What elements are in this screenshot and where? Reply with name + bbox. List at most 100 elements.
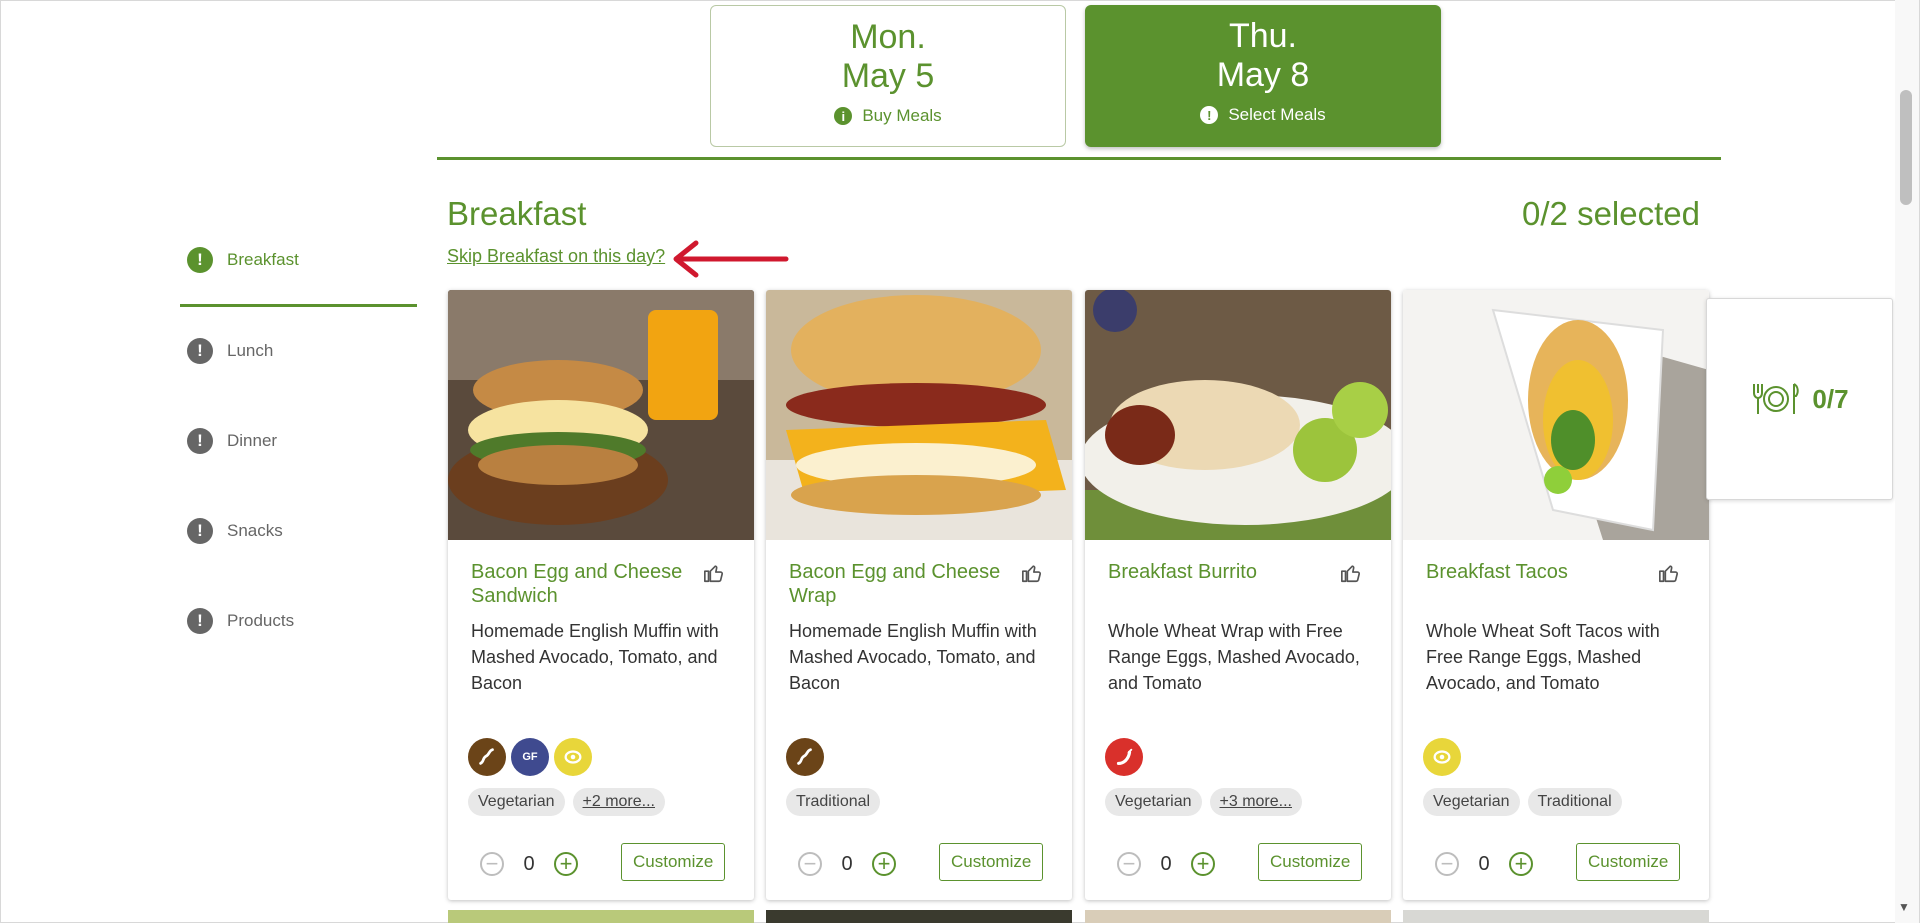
diet-badges xyxy=(786,738,824,776)
meal-title: Bacon Egg and Cheese Sandwich xyxy=(471,561,683,607)
thumbs-up-icon[interactable] xyxy=(1021,562,1043,584)
day-tab-thu[interactable]: Thu. May 8 ! Select Meals xyxy=(1085,5,1441,147)
day-status: ! Select Meals xyxy=(1085,105,1441,125)
meal-counter-value: 0/7 xyxy=(1812,383,1849,414)
quantity-value: 0 xyxy=(1478,852,1490,875)
info-icon: i xyxy=(834,107,853,125)
tag: Traditional xyxy=(786,788,881,816)
sidebar-item-label: Lunch xyxy=(227,341,274,360)
day-name: Mon. xyxy=(850,18,926,56)
sidebar-item-label: Breakfast xyxy=(227,250,299,269)
decrement-button[interactable]: − xyxy=(1117,852,1141,876)
meal-tags: Vegetarian +2 more... xyxy=(468,788,665,816)
sidebar-item-dinner[interactable]: ! Dinner xyxy=(187,428,277,454)
skip-meal-link[interactable]: Skip Breakfast on this day? xyxy=(447,246,665,267)
more-tags-link[interactable]: +3 more... xyxy=(1209,788,1302,816)
customize-button[interactable]: Customize xyxy=(621,843,726,881)
meal-description: Homemade English Muffin with Mashed Avoc… xyxy=(471,621,719,693)
sidebar-item-label: Dinner xyxy=(227,431,278,450)
customize-button[interactable]: Customize xyxy=(939,843,1044,881)
meal-card-partial[interactable] xyxy=(1085,910,1391,923)
meal-section-title: Breakfast xyxy=(447,195,587,232)
quantity-value: 0 xyxy=(523,852,535,875)
diet-badges: GF xyxy=(468,738,592,776)
day-status-label: Buy Meals xyxy=(862,106,942,125)
customize-button[interactable]: Customize xyxy=(1258,843,1363,881)
sidebar-divider xyxy=(180,304,417,307)
quantity-stepper: − 0 + xyxy=(480,852,578,876)
increment-button[interactable]: + xyxy=(1191,852,1215,876)
meal-tags: Traditional xyxy=(786,788,881,816)
day-date: May 8 xyxy=(1216,56,1310,94)
thumbs-up-icon[interactable] xyxy=(703,562,725,584)
meal-card[interactable]: Breakfast Tacos Whole Wheat Soft Tacos w… xyxy=(1403,290,1709,900)
meal-description: Homemade English Muffin with Mashed Avoc… xyxy=(789,621,1037,693)
alert-icon: ! xyxy=(1200,106,1219,124)
day-name: Thu. xyxy=(1228,17,1298,55)
gluten-free-icon: GF xyxy=(511,738,549,776)
meal-photo xyxy=(1403,290,1709,540)
diet-badges xyxy=(1423,738,1461,776)
quantity-value: 0 xyxy=(841,852,853,875)
meal-photo xyxy=(1085,290,1391,540)
sidebar-item-label: Products xyxy=(227,611,295,630)
meal-card-partial[interactable] xyxy=(766,910,1072,923)
egg-icon xyxy=(1423,738,1461,776)
meal-counter-panel[interactable]: 0/7 xyxy=(1706,298,1893,500)
decrement-button[interactable]: − xyxy=(798,852,822,876)
tag: Vegetarian xyxy=(1105,788,1202,816)
quantity-stepper: − 0 + xyxy=(798,852,896,876)
meal-description: Whole Wheat Wrap with Free Range Eggs, M… xyxy=(1108,621,1360,693)
decrement-button[interactable]: − xyxy=(480,852,504,876)
plate-utensils-icon xyxy=(1753,383,1800,414)
meal-card-partial[interactable] xyxy=(448,910,754,923)
quantity-stepper: − 0 + xyxy=(1117,852,1215,876)
day-status-label: Select Meals xyxy=(1228,105,1326,124)
day-status: i Buy Meals xyxy=(711,106,1065,126)
meal-tags: Vegetarian Traditional xyxy=(1423,788,1622,816)
meal-title: Breakfast Tacos xyxy=(1426,561,1568,583)
alert-icon: ! xyxy=(187,338,213,364)
meal-title: Bacon Egg and Cheese Wrap xyxy=(789,561,1001,607)
quantity-stepper: − 0 + xyxy=(1435,852,1533,876)
alert-icon: ! xyxy=(187,518,213,544)
meal-description: Whole Wheat Soft Tacos with Free Range E… xyxy=(1426,621,1660,693)
alert-icon: ! xyxy=(187,608,213,634)
meal-card[interactable]: Bacon Egg and Cheese Sandwich Homemade E… xyxy=(448,290,754,900)
diet-badges xyxy=(1105,738,1143,776)
sidebar-item-products[interactable]: ! Products xyxy=(187,608,294,634)
bacon-icon xyxy=(468,738,506,776)
annotation-arrow-icon xyxy=(673,240,789,278)
day-divider xyxy=(437,157,1721,160)
increment-button[interactable]: + xyxy=(1509,852,1533,876)
selected-count: 0/2 selected xyxy=(1522,195,1700,232)
customize-button[interactable]: Customize xyxy=(1576,843,1681,881)
increment-button[interactable]: + xyxy=(554,852,578,876)
sidebar-item-lunch[interactable]: ! Lunch xyxy=(187,338,273,364)
meal-photo xyxy=(448,290,754,540)
scrollbar-thumb[interactable] xyxy=(1900,90,1912,205)
sidebar-item-snacks[interactable]: ! Snacks xyxy=(187,518,283,544)
meal-card[interactable]: Breakfast Burrito Whole Wheat Wrap with … xyxy=(1085,290,1391,900)
egg-icon xyxy=(554,738,592,776)
tag: Vegetarian xyxy=(468,788,565,816)
alert-icon: ! xyxy=(187,247,213,273)
chili-icon xyxy=(1105,738,1143,776)
meal-card[interactable]: Bacon Egg and Cheese Wrap Homemade Engli… xyxy=(766,290,1072,900)
meal-title: Breakfast Burrito xyxy=(1108,561,1257,583)
scroll-down-arrow-icon[interactable]: ▼ xyxy=(1898,900,1910,914)
sidebar-item-breakfast[interactable]: ! Breakfast xyxy=(187,247,299,273)
increment-button[interactable]: + xyxy=(872,852,896,876)
sidebar-item-label: Snacks xyxy=(227,521,283,540)
day-tab-mon[interactable]: Mon. May 5 i Buy Meals xyxy=(710,5,1066,147)
bacon-icon xyxy=(786,738,824,776)
thumbs-up-icon[interactable] xyxy=(1658,562,1680,584)
decrement-button[interactable]: − xyxy=(1435,852,1459,876)
alert-icon: ! xyxy=(187,428,213,454)
tag: Traditional xyxy=(1527,788,1622,816)
meal-card-partial[interactable] xyxy=(1403,910,1709,923)
thumbs-up-icon[interactable] xyxy=(1340,562,1362,584)
day-date: May 5 xyxy=(841,57,935,95)
meal-photo xyxy=(766,290,1072,540)
more-tags-link[interactable]: +2 more... xyxy=(572,788,665,816)
